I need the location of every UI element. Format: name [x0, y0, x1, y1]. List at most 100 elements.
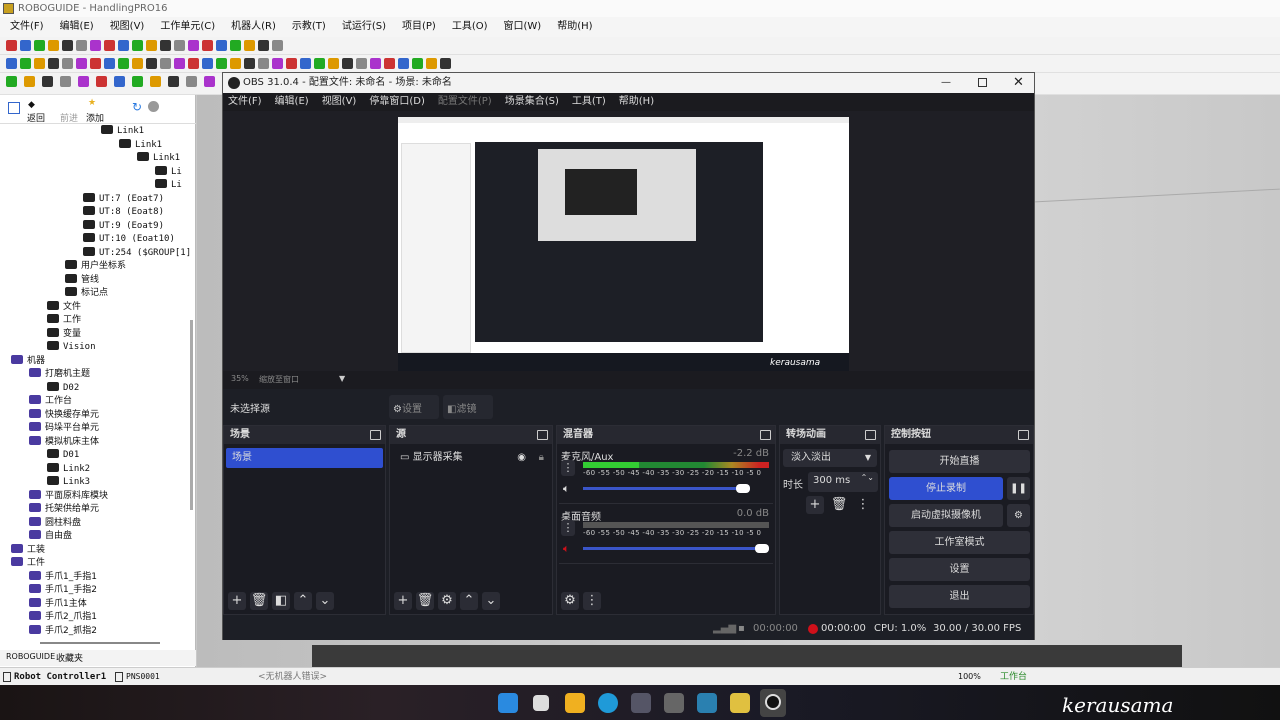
obs-menu-item[interactable]: 停靠窗口(D)	[369, 93, 425, 111]
toolbar-button-icon[interactable]	[48, 58, 59, 69]
toolbar-button-icon[interactable]	[440, 58, 451, 69]
menu-item[interactable]: 试运行(S)	[342, 17, 386, 37]
undock-icon[interactable]	[370, 430, 381, 440]
toolbar-button-icon[interactable]	[342, 58, 353, 69]
toolbar-button-icon[interactable]	[104, 58, 115, 69]
toolbar-button-icon[interactable]	[398, 58, 409, 69]
toolbar-button-icon[interactable]	[118, 40, 129, 51]
obs-menu-item[interactable]: 帮助(H)	[619, 93, 654, 111]
scene-item[interactable]: 场景	[226, 448, 383, 468]
toolbar-button-icon[interactable]	[272, 58, 283, 69]
back-button[interactable]: 返回	[27, 111, 45, 124]
app-icon[interactable]	[664, 693, 684, 713]
visibility-eye-icon[interactable]: ◉	[517, 448, 526, 468]
toolbar-button-icon[interactable]	[174, 58, 185, 69]
stop-recording-button[interactable]: 停止录制	[889, 477, 1003, 500]
back-arrow-icon[interactable]: ◆	[28, 100, 35, 110]
tree-item[interactable]: Vision	[47, 341, 96, 354]
toolbar-button-icon[interactable]	[132, 58, 143, 69]
tree-item[interactable]: 标记点	[65, 287, 108, 300]
toolbar-button-icon[interactable]	[258, 40, 269, 51]
studio-mode-button[interactable]: 工作室模式	[889, 531, 1030, 554]
obs-taskbar-icon[interactable]	[760, 689, 786, 717]
forward-button[interactable]: 前进	[60, 111, 78, 124]
toolbar-button-icon[interactable]	[90, 40, 101, 51]
tree-item[interactable]: 快换缓存单元	[29, 408, 99, 422]
tree-item[interactable]: 工装	[11, 543, 45, 557]
tree-item[interactable]: Link1	[101, 125, 144, 138]
tree-item[interactable]: 用户坐标系	[65, 260, 126, 273]
toolbar-button-icon[interactable]	[24, 76, 35, 87]
undock-icon[interactable]	[865, 430, 876, 440]
undock-icon[interactable]	[1018, 430, 1029, 440]
app-avatar-icon[interactable]	[631, 693, 651, 713]
speaker-icon[interactable]: 🔈︎	[563, 482, 570, 496]
toolbar-button-icon[interactable]	[272, 40, 283, 51]
menu-item[interactable]: 项目(P)	[402, 17, 436, 37]
menu-item[interactable]: 工作单元(C)	[160, 17, 215, 37]
toolbar-button-icon[interactable]	[146, 40, 157, 51]
tree-item[interactable]: 文件	[47, 300, 81, 314]
zoom-mode-select[interactable]: 缩放至窗口	[259, 374, 299, 385]
remove-scene-button[interactable]: 🗑	[250, 592, 268, 610]
tree-item[interactable]: 模拟机床主体	[29, 435, 99, 449]
toolbar-button-icon[interactable]	[160, 58, 171, 69]
menu-item[interactable]: 视图(V)	[110, 17, 145, 37]
channel-menu-icon[interactable]: ⋮	[561, 520, 575, 536]
toolbar-button-icon[interactable]	[34, 40, 45, 51]
toolbar-button-icon[interactable]	[62, 40, 73, 51]
toolbar-button-icon[interactable]	[188, 40, 199, 51]
tree-item[interactable]: UT:9 (Eoat9)	[83, 219, 164, 233]
tree-item[interactable]: 圆柱料盘	[29, 516, 81, 530]
tree-item[interactable]: UT:7 (Eoat7)	[83, 192, 164, 206]
toolbar-button-icon[interactable]	[216, 58, 227, 69]
toolbar-button-icon[interactable]	[48, 40, 59, 51]
toolbar-button-icon[interactable]	[412, 58, 423, 69]
roboguide-taskbar-icon[interactable]	[730, 693, 750, 713]
close-button[interactable]: ✕	[1013, 73, 1024, 93]
menu-item[interactable]: 文件(F)	[10, 17, 44, 37]
toolbar-button-icon[interactable]	[314, 58, 325, 69]
toolbar-button-icon[interactable]	[174, 40, 185, 51]
undock-icon[interactable]	[537, 430, 548, 440]
toolbar-button-icon[interactable]	[426, 58, 437, 69]
file-explorer-icon[interactable]	[565, 693, 585, 713]
toolbar-button-icon[interactable]	[6, 40, 17, 51]
minimize-button[interactable]: —	[941, 73, 951, 93]
exit-button[interactable]: 退出	[889, 585, 1030, 608]
mixer-menu-icon[interactable]: ⋮	[583, 592, 601, 610]
add-transition-button[interactable]: +	[806, 496, 824, 514]
toolbar-button-icon[interactable]	[62, 58, 73, 69]
toolbar-button-icon[interactable]	[244, 58, 255, 69]
tree-item[interactable]: Link3	[47, 476, 90, 489]
toolbar-button-icon[interactable]	[384, 58, 395, 69]
tree-item[interactable]: 手爪1_手指2	[29, 584, 97, 597]
scene-filters-button[interactable]: ◧	[272, 592, 290, 610]
tree-item[interactable]: 平面原料库模块	[29, 489, 108, 503]
tree-item[interactable]: 手爪1_手指1	[29, 570, 97, 584]
toolbar-button-icon[interactable]	[20, 40, 31, 51]
volume-slider-handle[interactable]	[736, 484, 751, 493]
tree-item[interactable]: Link1	[119, 138, 162, 152]
volume-slider[interactable]	[583, 487, 751, 490]
transition-menu-icon[interactable]: ⋮	[854, 496, 872, 514]
virtual-camera-settings-icon[interactable]: ⚙	[1007, 504, 1030, 527]
tree-item[interactable]: D02	[47, 381, 79, 395]
toolbar-button-icon[interactable]	[118, 58, 129, 69]
undock-icon[interactable]	[760, 430, 771, 440]
menu-item[interactable]: 帮助(H)	[557, 17, 592, 37]
menu-item[interactable]: 工具(O)	[452, 17, 488, 37]
obs-menu-item[interactable]: 工具(T)	[572, 93, 606, 111]
tree-item[interactable]: UT:8 (Eoat8)	[83, 206, 164, 219]
toolbar-button-icon[interactable]	[6, 58, 17, 69]
help-icon[interactable]	[148, 101, 159, 112]
preview-canvas[interactable]: kerausama	[223, 111, 1034, 371]
toolbar-button-icon[interactable]	[286, 58, 297, 69]
tree-item[interactable]: UT:254 ($GROUP[1]	[83, 246, 191, 260]
tree-vertical-scrollbar[interactable]	[190, 320, 193, 510]
toolbar-button-icon[interactable]	[160, 40, 171, 51]
toolbar-button-icon[interactable]	[76, 40, 87, 51]
toolbar-button-icon[interactable]	[20, 58, 31, 69]
muted-speaker-icon[interactable]: 🔈︎	[563, 542, 570, 556]
tree-item[interactable]: 打磨机主题	[29, 368, 90, 381]
